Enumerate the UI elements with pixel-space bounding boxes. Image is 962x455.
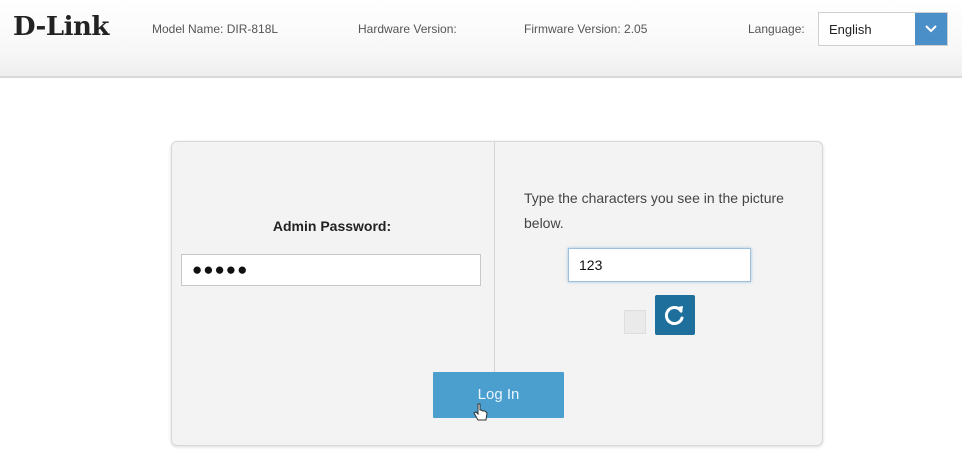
panel-divider bbox=[494, 142, 495, 372]
language-select[interactable]: English bbox=[818, 12, 948, 46]
top-header: D-Link Model Name: DIR-818L Hardware Ver… bbox=[0, 0, 962, 78]
captcha-refresh-button[interactable] bbox=[655, 295, 695, 335]
language-selected-value: English bbox=[829, 21, 872, 37]
login-panel: Admin Password: ●●●●● Type the character… bbox=[171, 141, 823, 446]
refresh-icon bbox=[664, 306, 684, 325]
admin-password-input[interactable]: ●●●●● bbox=[181, 254, 481, 286]
captcha-input[interactable]: 123 bbox=[568, 248, 751, 282]
chevron-down-icon[interactable] bbox=[915, 13, 947, 45]
captcha-instructions: Type the characters you see in the pictu… bbox=[524, 190, 784, 231]
hardware-version: Hardware Version: bbox=[358, 22, 457, 36]
dlink-logo: D-Link bbox=[13, 12, 109, 42]
model-name: Model Name: DIR-818L bbox=[152, 22, 279, 36]
captcha-image bbox=[624, 310, 646, 334]
login-button[interactable]: Log In bbox=[433, 372, 564, 418]
firmware-version: Firmware Version: 2.05 bbox=[524, 22, 648, 36]
language-label: Language: bbox=[748, 22, 805, 36]
admin-password-label: Admin Password: bbox=[272, 218, 392, 234]
hand-cursor-icon bbox=[473, 403, 488, 421]
